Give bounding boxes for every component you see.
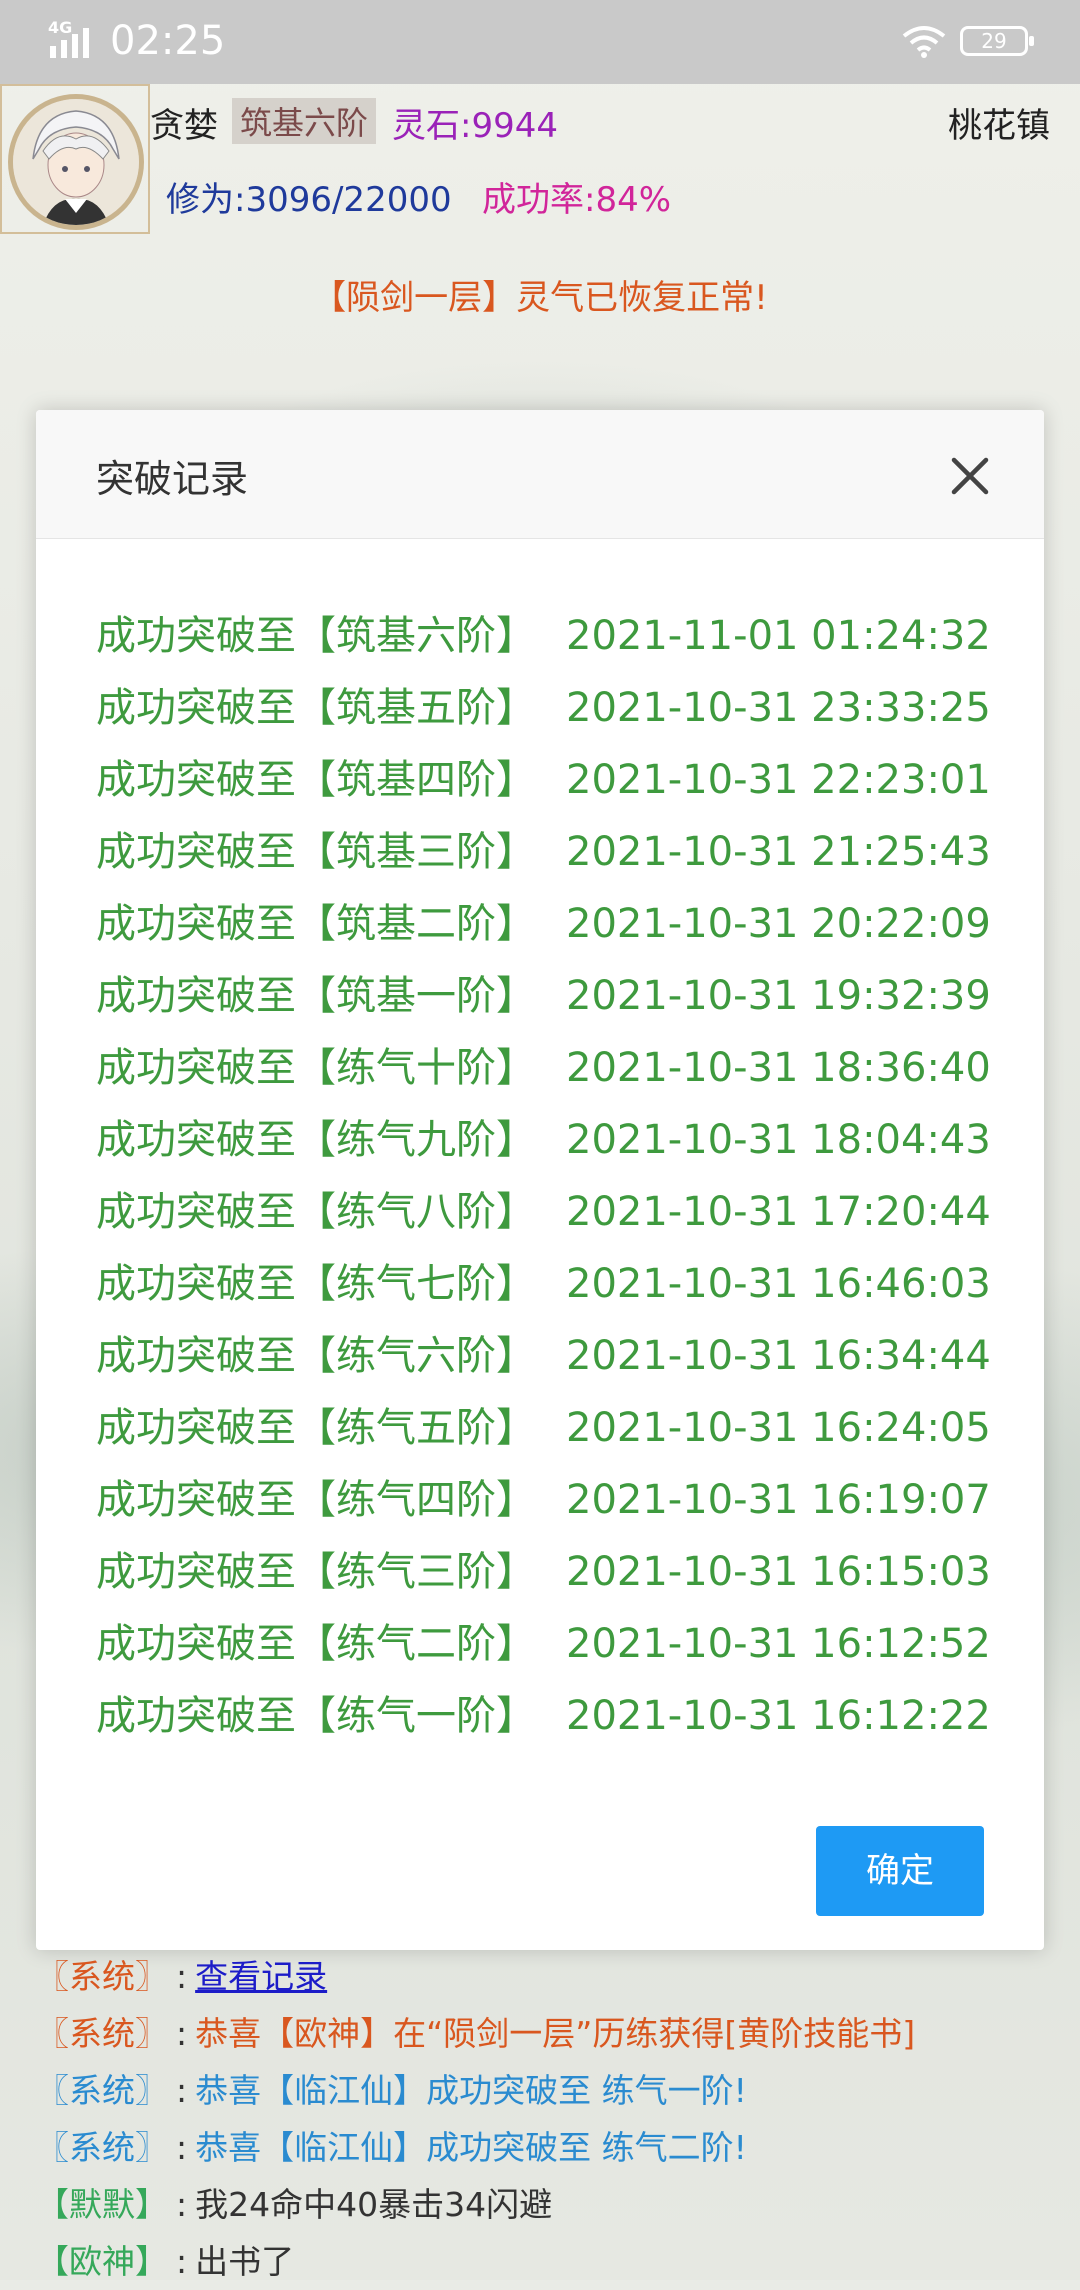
view-record-link[interactable]: 查看记录 — [195, 1957, 327, 1996]
chat-tag: 【默默】 — [36, 2185, 168, 2224]
confirm-button[interactable]: 确定 — [816, 1826, 984, 1916]
record-text: 成功突破至【筑基五阶】 — [96, 685, 536, 731]
record-time: 2021-10-31 16:19:07 — [566, 1477, 991, 1523]
record-row: 成功突破至【练气七阶】 2021-10-31 16:46:03 — [96, 1248, 1016, 1320]
record-row: 成功突破至【练气十阶】 2021-10-31 18:36:40 — [96, 1032, 1016, 1104]
chat-line: 【欧神】: 出书了 — [36, 2233, 1080, 2290]
chat-line: 〖系统〗: 恭喜【欧神】在“陨剑一层”历练获得[黄阶技能书] — [36, 2005, 1080, 2062]
record-text: 成功突破至【练气三阶】 — [96, 1549, 536, 1595]
chat-message: 恭喜【临江仙】成功突破至 练气一阶! — [195, 2071, 747, 2110]
record-row: 成功突破至【练气二阶】 2021-10-31 16:12:52 — [96, 1608, 1016, 1680]
chat-tag: 【欧神】 — [36, 2242, 168, 2281]
chat-tag: 〖系统〗 — [36, 2071, 168, 2110]
record-row: 成功突破至【筑基四阶】 2021-10-31 22:23:01 — [96, 744, 1016, 816]
wifi-icon — [902, 26, 946, 58]
record-row: 成功突破至【练气五阶】 2021-10-31 16:24:05 — [96, 1392, 1016, 1464]
record-text: 成功突破至【筑基一阶】 — [96, 973, 536, 1019]
record-text: 成功突破至【练气六阶】 — [96, 1333, 536, 1379]
record-text: 成功突破至【练气十阶】 — [96, 1045, 536, 1091]
chat-line: 〖系统〗: 查看记录 — [36, 1948, 1080, 2005]
chat-message: 我24命中40暴击34闪避 — [195, 2185, 553, 2224]
chat-separator: : — [176, 2242, 188, 2281]
record-text: 成功突破至【筑基二阶】 — [96, 901, 536, 947]
chat-separator: : — [176, 2128, 188, 2167]
record-time: 2021-10-31 16:15:03 — [566, 1549, 991, 1595]
record-time: 2021-10-31 16:12:52 — [566, 1621, 991, 1667]
chat-message: 恭喜【临江仙】成功突破至 练气二阶! — [195, 2128, 747, 2167]
record-time: 2021-10-31 16:12:22 — [566, 1693, 991, 1739]
record-time: 2021-10-31 23:33:25 — [566, 685, 991, 731]
record-row: 成功突破至【筑基六阶】 2021-11-01 01:24:32 — [96, 600, 1016, 672]
dialog-title: 突破记录 — [96, 457, 249, 501]
record-row: 成功突破至【筑基一阶】 2021-10-31 19:32:39 — [96, 960, 1016, 1032]
record-text: 成功突破至【练气一阶】 — [96, 1693, 536, 1739]
close-icon[interactable] — [944, 450, 996, 502]
chat-message: 出书了 — [195, 2242, 295, 2281]
record-text: 成功突破至【练气七阶】 — [96, 1261, 536, 1307]
record-time: 2021-10-31 16:46:03 — [566, 1261, 991, 1307]
chat-separator: : — [176, 1957, 188, 1996]
chat-separator: : — [176, 2071, 188, 2110]
record-text: 成功突破至【筑基四阶】 — [96, 757, 536, 803]
record-text: 成功突破至【练气五阶】 — [96, 1405, 536, 1451]
record-row: 成功突破至【练气三阶】 2021-10-31 16:15:03 — [96, 1536, 1016, 1608]
record-time: 2021-10-31 21:25:43 — [566, 829, 991, 875]
record-row: 成功突破至【练气六阶】 2021-10-31 16:34:44 — [96, 1320, 1016, 1392]
chat-separator: : — [176, 2014, 188, 2053]
record-time: 2021-10-31 19:32:39 — [566, 973, 991, 1019]
record-row: 成功突破至【练气九阶】 2021-10-31 18:04:43 — [96, 1104, 1016, 1176]
record-time: 2021-11-01 01:24:32 — [566, 613, 991, 659]
record-row: 成功突破至【练气八阶】 2021-10-31 17:20:44 — [96, 1176, 1016, 1248]
record-time: 2021-10-31 17:20:44 — [566, 1189, 991, 1235]
clock: 02:25 — [110, 18, 226, 64]
chat-log: 〖系统〗: 查看记录 〖系统〗: 恭喜【欧神】在“陨剑一层”历练获得[黄阶技能书] … — [36, 1948, 1080, 2290]
dialog-header: 突破记录 — [36, 410, 1044, 539]
record-time: 2021-10-31 20:22:09 — [566, 901, 991, 947]
record-text: 成功突破至【练气二阶】 — [96, 1621, 536, 1667]
record-text: 成功突破至【练气九阶】 — [96, 1117, 536, 1163]
record-row: 成功突破至【筑基二阶】 2021-10-31 20:22:09 — [96, 888, 1016, 960]
record-text: 成功突破至【练气四阶】 — [96, 1477, 536, 1523]
record-row: 成功突破至【筑基五阶】 2021-10-31 23:33:25 — [96, 672, 1016, 744]
chat-line: 〖系统〗: 恭喜【临江仙】成功突破至 练气二阶! — [36, 2119, 1080, 2176]
chat-tag: 〖系统〗 — [36, 1957, 168, 1996]
chat-tag: 〖系统〗 — [36, 2128, 168, 2167]
record-row: 成功突破至【练气一阶】 2021-10-31 16:12:22 — [96, 1680, 1016, 1752]
record-time: 2021-10-31 16:24:05 — [566, 1405, 991, 1451]
chat-separator: : — [176, 2185, 188, 2224]
record-row: 成功突破至【筑基三阶】 2021-10-31 21:25:43 — [96, 816, 1016, 888]
record-list: 成功突破至【筑基六阶】 2021-11-01 01:24:32 成功突破至【筑基五… — [96, 600, 1016, 1752]
record-text: 成功突破至【练气八阶】 — [96, 1189, 536, 1235]
chat-line: 〖系统〗: 恭喜【临江仙】成功突破至 练气一阶! — [36, 2062, 1080, 2119]
record-time: 2021-10-31 16:34:44 — [566, 1333, 991, 1379]
record-row: 成功突破至【练气四阶】 2021-10-31 16:19:07 — [96, 1464, 1016, 1536]
battery-icon: 29 — [960, 26, 1034, 56]
record-time: 2021-10-31 18:36:40 — [566, 1045, 991, 1091]
record-time: 2021-10-31 22:23:01 — [566, 757, 991, 803]
record-time: 2021-10-31 18:04:43 — [566, 1117, 991, 1163]
status-bar: 4G 02:25 29 — [0, 0, 1080, 84]
record-text: 成功突破至【筑基六阶】 — [96, 613, 536, 659]
chat-line: 【默默】: 我24命中40暴击34闪避 — [36, 2176, 1080, 2233]
chat-message: 恭喜【欧神】在“陨剑一层”历练获得[黄阶技能书] — [195, 2014, 916, 2053]
signal-icon — [50, 28, 89, 58]
breakthrough-record-dialog: 突破记录 成功突破至【筑基六阶】 2021-11-01 01:24:32 成功突破… — [36, 410, 1044, 1950]
record-text: 成功突破至【筑基三阶】 — [96, 829, 536, 875]
chat-tag: 〖系统〗 — [36, 2014, 168, 2053]
